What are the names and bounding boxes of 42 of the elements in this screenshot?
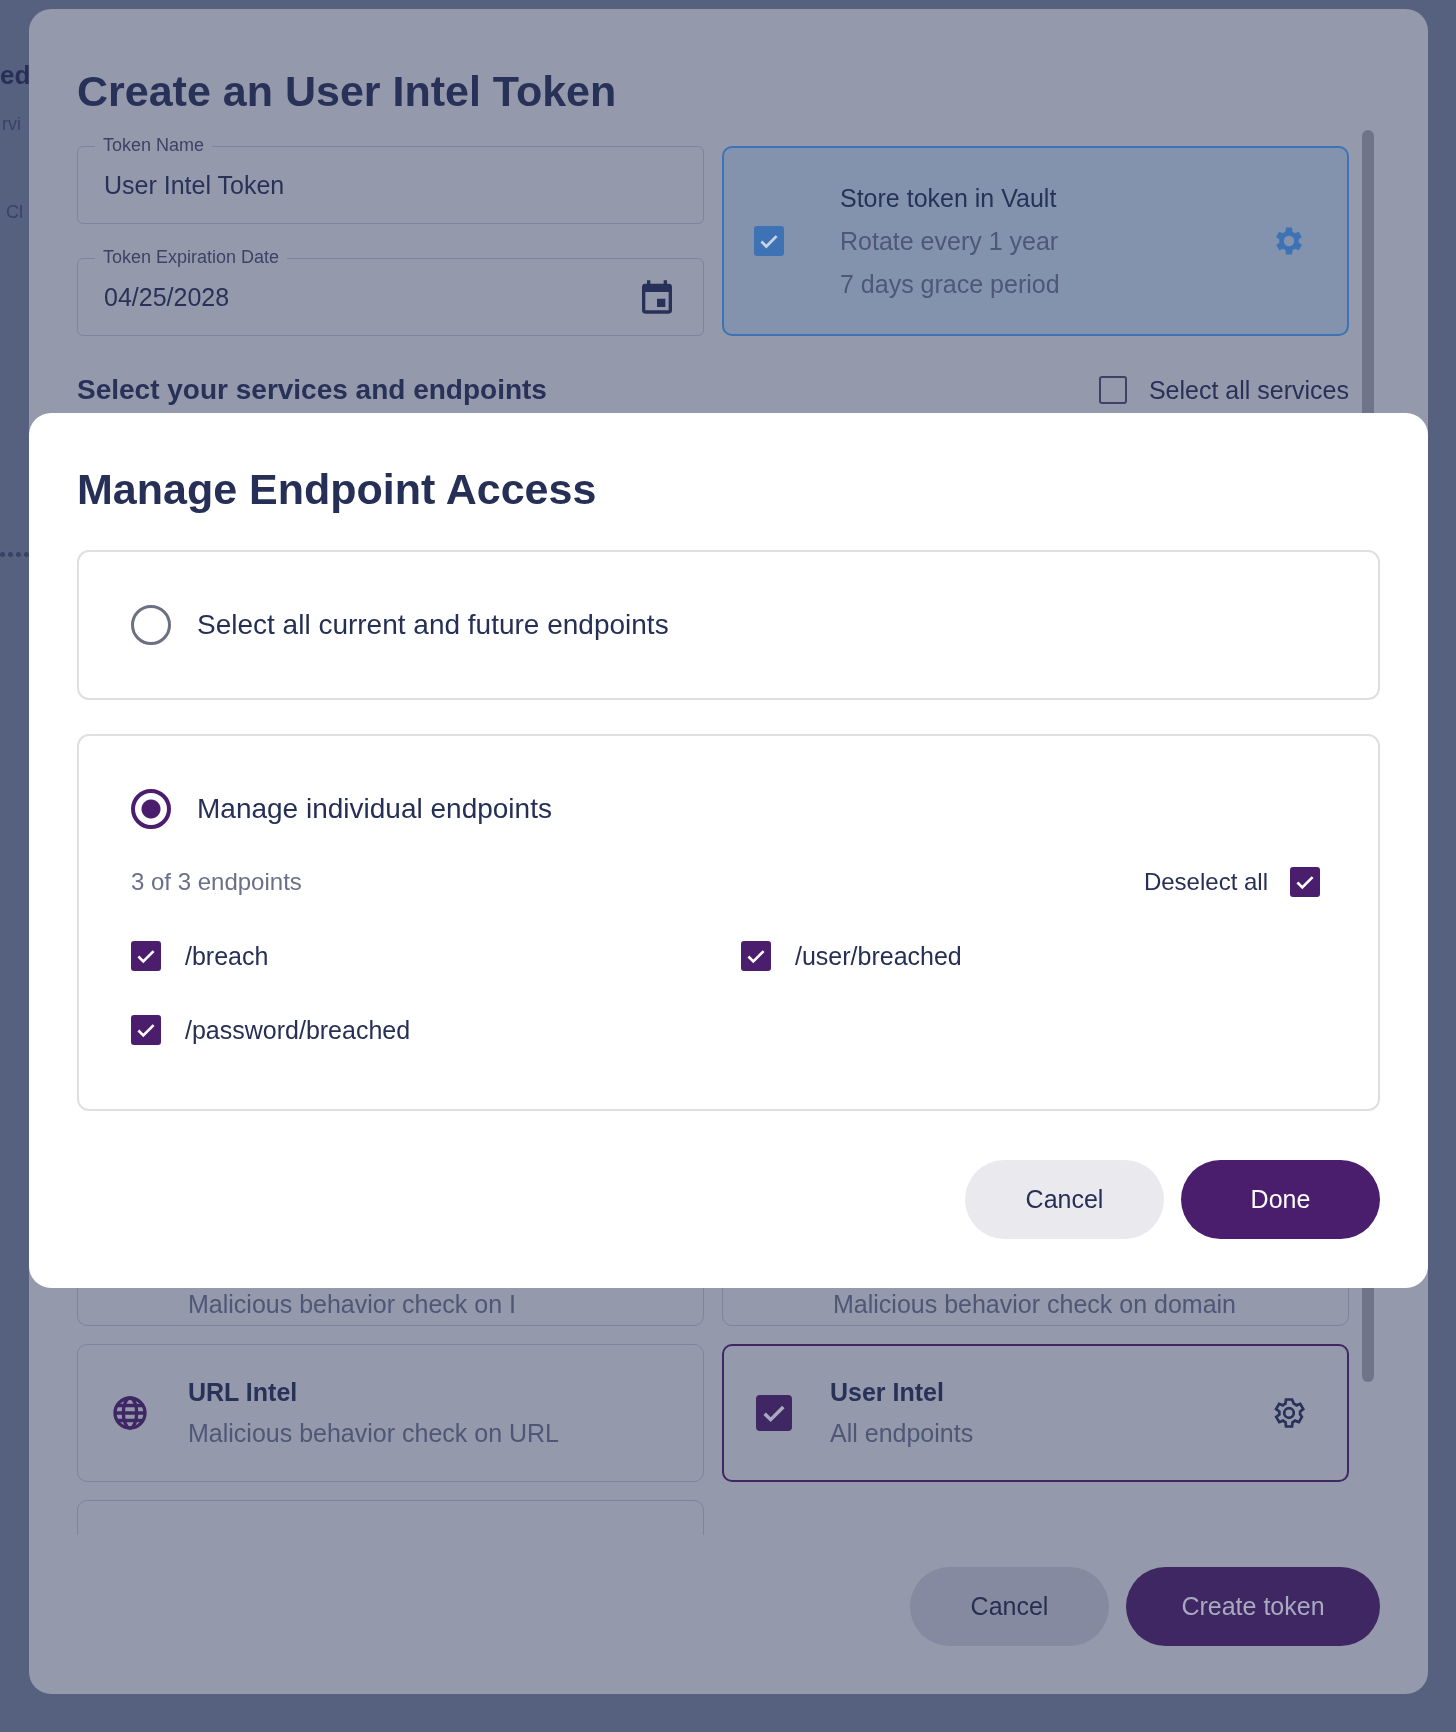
globe-icon <box>110 1393 150 1433</box>
checkbox[interactable] <box>741 941 771 971</box>
service-description: All endpoints <box>830 1419 975 1448</box>
checkbox[interactable] <box>756 1395 792 1431</box>
cancel-button[interactable]: Cancel <box>910 1567 1109 1646</box>
checkbox-label: Deselect all <box>1143 868 1268 896</box>
done-button[interactable]: Done <box>1181 1160 1380 1239</box>
service-card[interactable]: URL Intel Malicious behavior check on URL <box>77 1344 704 1482</box>
vault-detail: Rotate every 1 year <box>840 226 1060 256</box>
endpoint-count: 3 of 3 endpoints <box>131 868 302 896</box>
option-card[interactable]: Select all current and future endpoints <box>77 550 1380 700</box>
checkbox[interactable] <box>754 226 784 256</box>
modal-title: Manage Endpoint Access <box>77 464 598 515</box>
service-name: URL Intel <box>188 1378 299 1407</box>
service-card[interactable]: User Intel All endpoints <box>722 1344 1349 1482</box>
vault-card[interactable]: Store token in Vault Rotate every 1 year 7 days grace period <box>722 146 1349 336</box>
vault-title: Store token in Vault <box>840 183 1058 213</box>
settings-icon[interactable] <box>1271 1395 1307 1431</box>
endpoint-label: /user/breached <box>795 941 962 971</box>
vault-detail: 7 days grace period <box>840 269 1061 299</box>
dialog-title: Create an User Intel Token <box>77 66 618 117</box>
create-button[interactable]: Create token <box>1126 1567 1380 1646</box>
checkbox[interactable] <box>131 941 161 971</box>
checkbox[interactable] <box>1290 867 1320 897</box>
radio-button[interactable] <box>131 605 171 645</box>
radio-button[interactable] <box>131 789 171 829</box>
checkbox[interactable] <box>131 1015 161 1045</box>
field-value: User Intel Token <box>104 170 286 200</box>
section-heading: Select your services and endpoints <box>77 374 547 406</box>
option-card[interactable]: Manage individual endpoints 3 of 3 endpoints Deselect all /breach /user/breached /password/breached <box>77 734 1380 1111</box>
option-label: Manage individual endpoints <box>197 793 552 825</box>
cancel-button[interactable]: Cancel <box>965 1160 1164 1239</box>
field-value: 04/25/2028 <box>104 282 231 312</box>
service-description: Malicious behavior check on domain <box>833 1290 1236 1319</box>
service-name: User Intel <box>830 1378 945 1407</box>
checkbox-label: Select all services <box>1148 375 1349 405</box>
endpoint-label: /breach <box>185 941 269 971</box>
option-label: Select all current and future endpoints <box>197 609 669 641</box>
endpoint-label: /password/breached <box>185 1015 411 1045</box>
service-description: Malicious behavior check on I <box>188 1290 516 1319</box>
service-description: Malicious behavior check on URL <box>188 1419 560 1448</box>
checkbox[interactable] <box>1098 376 1127 404</box>
